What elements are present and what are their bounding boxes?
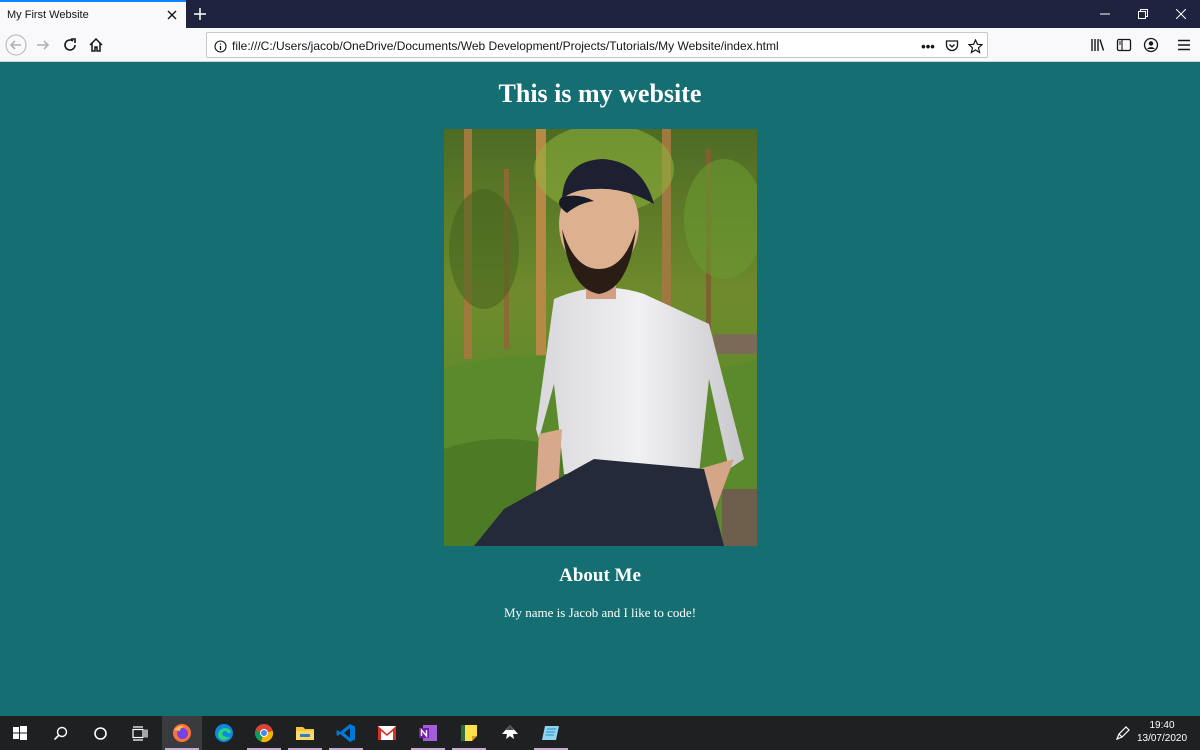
navigation-toolbar: file:///C:/Users/jacob/OneDrive/Document… <box>0 28 1200 62</box>
taskbar-edge[interactable] <box>204 716 244 750</box>
taskbar-notepad[interactable] <box>531 716 571 750</box>
bookmark-star-icon[interactable] <box>966 37 984 55</box>
back-arrow-icon <box>5 34 27 56</box>
back-button[interactable] <box>4 33 28 57</box>
reload-icon <box>64 38 76 51</box>
sidebar-icon <box>1116 38 1132 52</box>
search-button[interactable] <box>40 716 80 750</box>
taskbar-gmail[interactable] <box>367 716 407 750</box>
sidebar-button[interactable] <box>1112 33 1136 57</box>
pocket-icon[interactable] <box>943 37 961 55</box>
taskbar-chrome[interactable] <box>244 716 284 750</box>
account-button[interactable] <box>1139 33 1163 57</box>
taskbar-vscode[interactable] <box>326 716 366 750</box>
clock-date: 13/07/2020 <box>1136 733 1188 744</box>
new-tab-icon[interactable] <box>192 6 208 22</box>
tab-strip: My First Website <box>0 0 1200 28</box>
restore-icon <box>1138 9 1148 19</box>
close-tab-icon[interactable] <box>166 9 178 21</box>
close-window-button[interactable] <box>1162 0 1200 28</box>
address-bar[interactable]: file:///C:/Users/jacob/OneDrive/Document… <box>206 32 988 58</box>
taskbar-sticky-notes[interactable] <box>449 716 489 750</box>
site-info-icon[interactable] <box>211 37 229 55</box>
hamburger-menu-icon <box>1178 39 1190 51</box>
folder-icon <box>296 727 314 740</box>
search-icon <box>53 726 67 740</box>
firefox-icon <box>173 724 191 742</box>
page-content: This is my website About Me My name is J… <box>0 62 1200 716</box>
taskbar-onenote[interactable] <box>408 716 448 750</box>
home-icon <box>89 37 103 52</box>
forward-arrow-icon <box>37 40 50 50</box>
windows-taskbar: 19:40 13/07/2020 <box>0 716 1200 750</box>
url-text[interactable]: file:///C:/Users/jacob/OneDrive/Document… <box>232 39 779 53</box>
minimize-button[interactable] <box>1086 0 1124 28</box>
library-icon <box>1091 39 1105 51</box>
page-actions-button[interactable]: ••• <box>919 37 937 55</box>
task-view-icon <box>132 725 148 741</box>
edge-icon <box>215 724 233 742</box>
about-heading: About Me <box>559 565 641 586</box>
taskbar-inkscape[interactable] <box>490 716 530 750</box>
tab-title: My First Website <box>7 9 89 21</box>
home-button[interactable] <box>84 33 108 57</box>
clock-time: 19:40 <box>1149 720 1175 731</box>
windows-logo-icon <box>13 726 27 740</box>
taskbar-firefox[interactable] <box>162 716 202 750</box>
mail-icon <box>378 726 396 740</box>
onenote-icon <box>419 725 437 741</box>
reload-button[interactable] <box>58 33 82 57</box>
system-clock[interactable]: 19:40 13/07/2020 <box>1132 719 1192 745</box>
tab-active[interactable]: My First Website <box>0 0 186 28</box>
menu-button[interactable] <box>1172 33 1196 57</box>
chrome-icon <box>255 724 274 743</box>
forward-button[interactable] <box>31 33 55 57</box>
minimize-icon <box>1100 13 1110 15</box>
pen-icon <box>1115 726 1130 741</box>
start-button[interactable] <box>0 716 40 750</box>
inkscape-icon <box>502 725 518 739</box>
account-icon <box>1143 37 1159 53</box>
library-button[interactable] <box>1086 33 1110 57</box>
restore-button[interactable] <box>1124 0 1162 28</box>
task-view-button[interactable] <box>120 716 160 750</box>
cortana-button[interactable] <box>80 716 120 750</box>
vscode-icon <box>336 724 355 742</box>
page-heading: This is my website <box>498 79 702 108</box>
sticky-notes-icon <box>461 725 477 741</box>
about-text: My name is Jacob and I like to code! <box>503 605 697 620</box>
taskbar-file-explorer[interactable] <box>285 716 325 750</box>
profile-photo <box>444 129 757 546</box>
cortana-circle-icon <box>93 726 107 740</box>
notepad-icon <box>542 726 559 740</box>
close-icon <box>1176 9 1186 19</box>
